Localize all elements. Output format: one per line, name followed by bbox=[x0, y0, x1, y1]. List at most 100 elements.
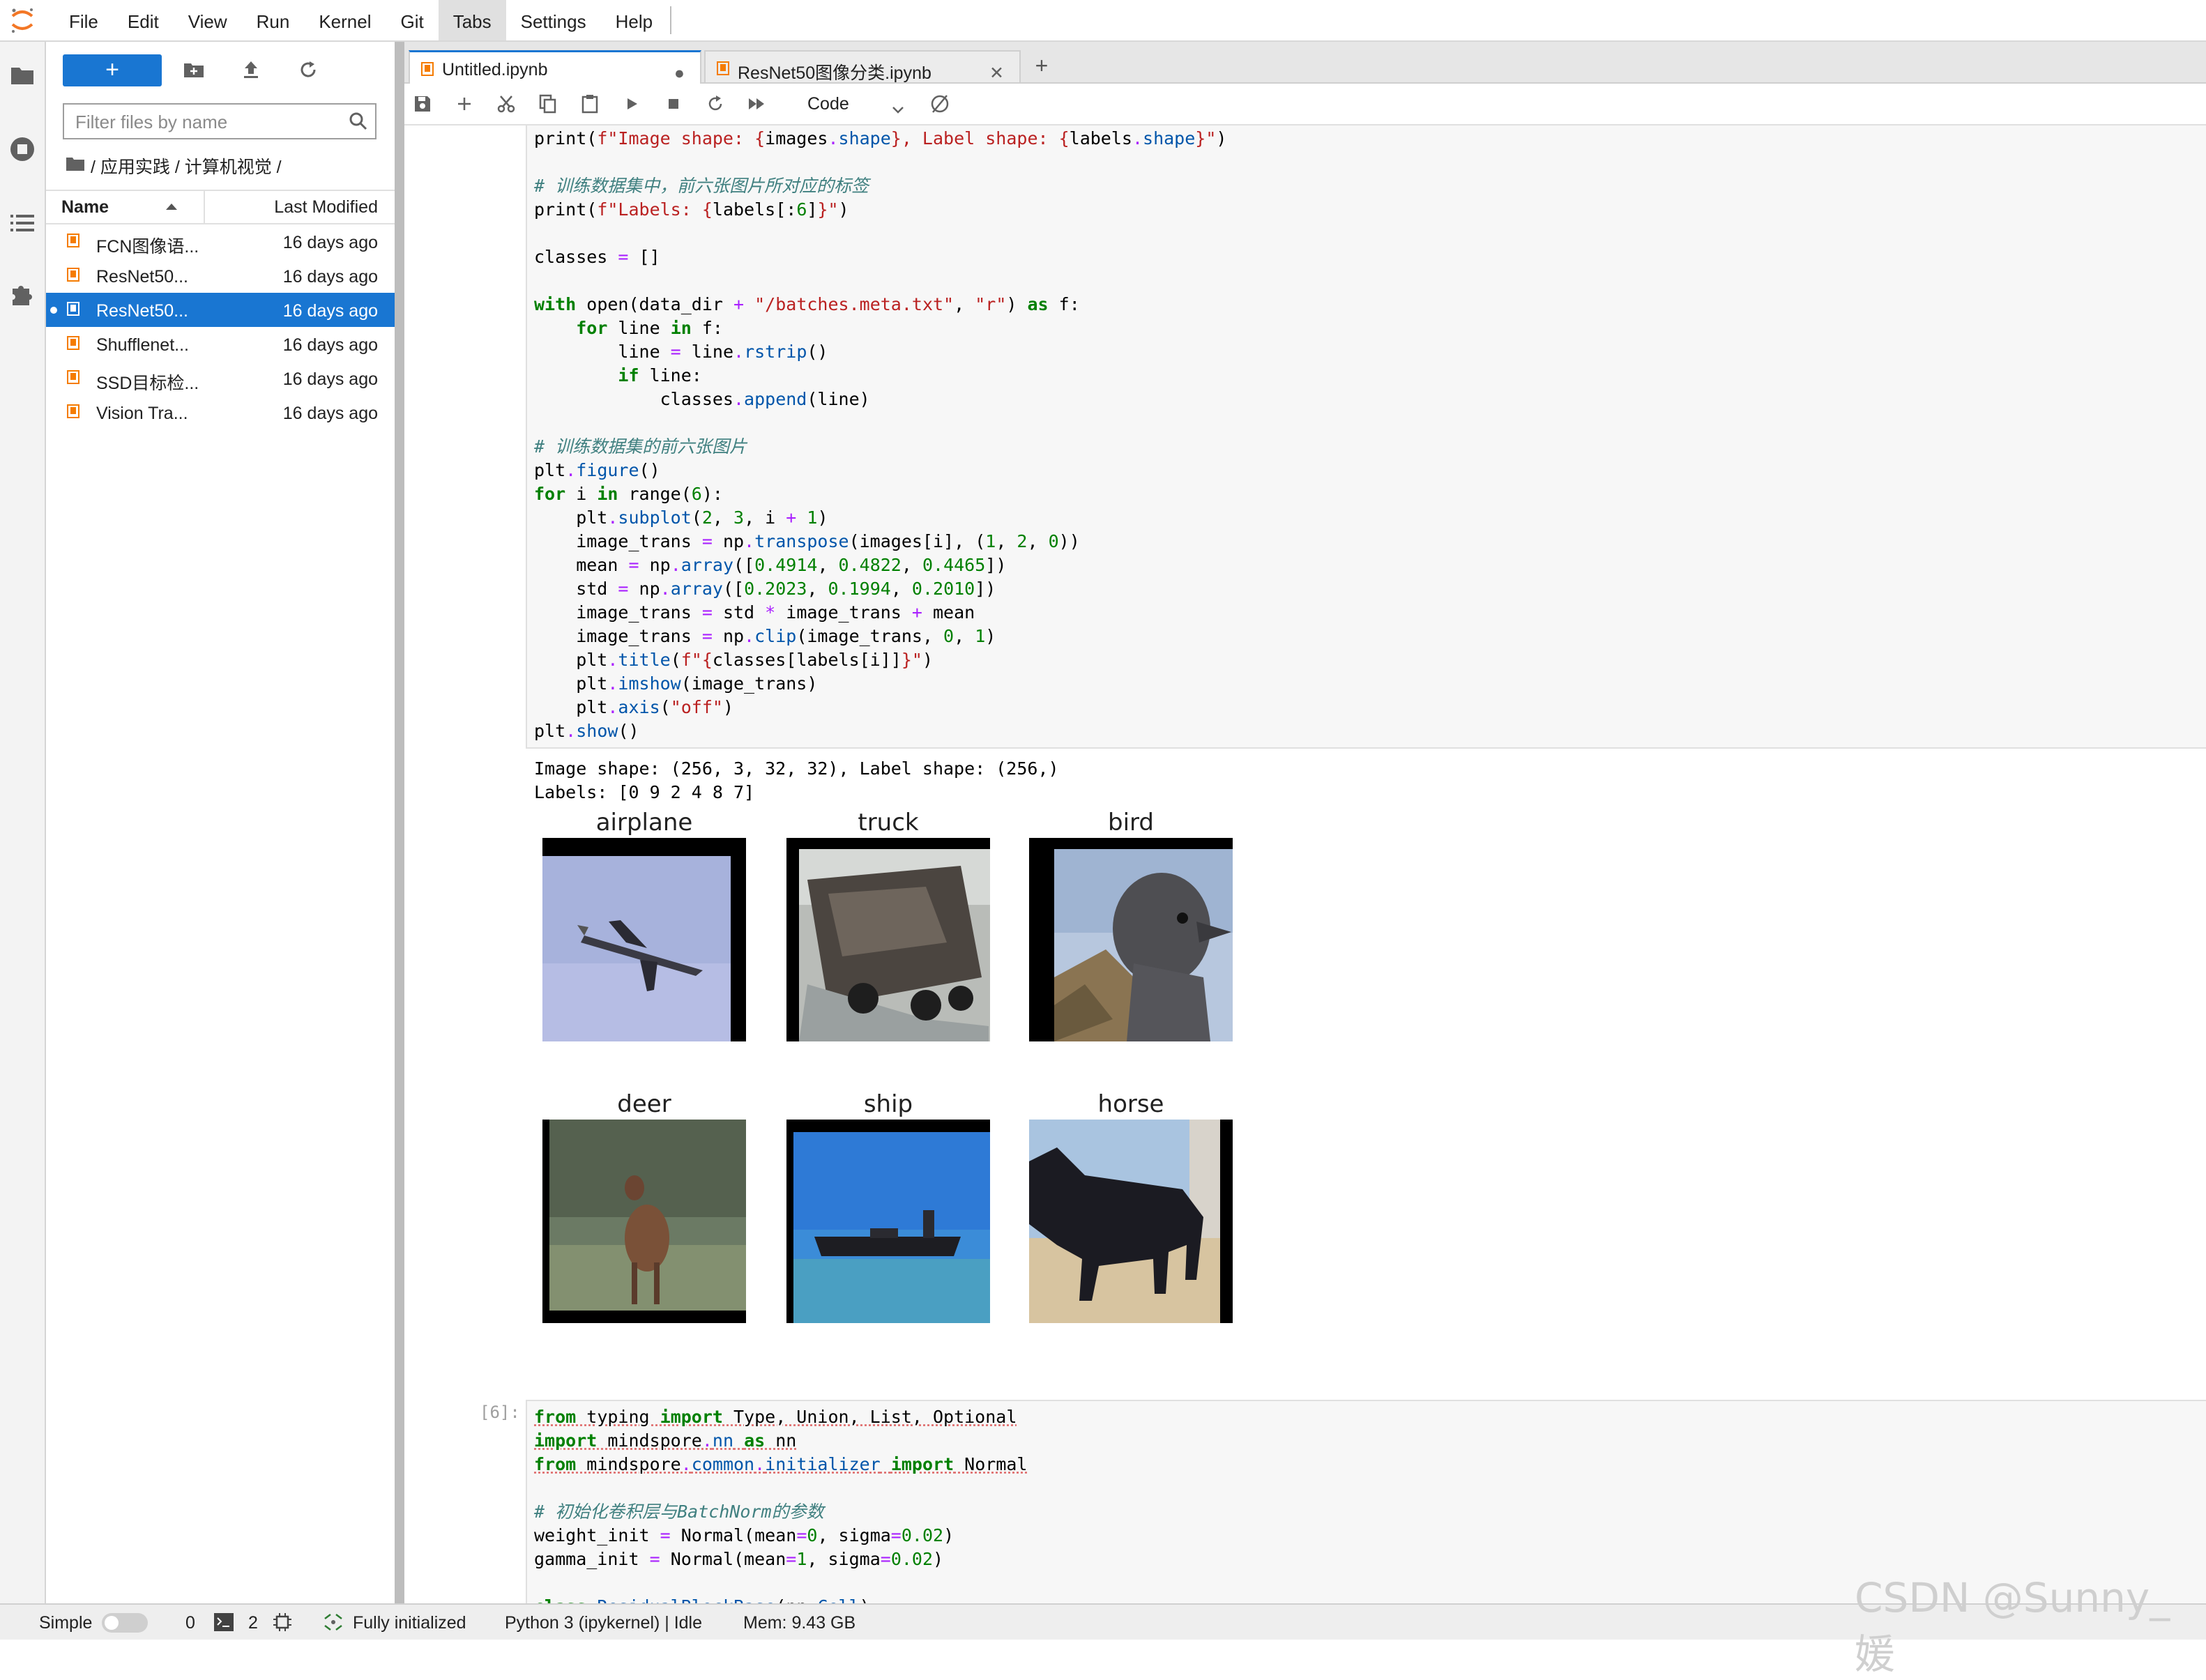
code-editor[interactable]: print(f"Image shape: {images.shape}, Lab… bbox=[534, 127, 1226, 743]
list-item[interactable]: ResNet50... 16 days ago bbox=[46, 259, 395, 293]
notebook-icon bbox=[67, 404, 79, 418]
cifar-image bbox=[786, 1120, 990, 1323]
file-modified: 16 days ago bbox=[282, 233, 378, 252]
cell-type-dropdown[interactable]: Code bbox=[795, 90, 912, 118]
subplot-title: bird bbox=[1108, 809, 1154, 837]
cifar-image bbox=[542, 838, 746, 1041]
run-cell-icon[interactable] bbox=[618, 90, 646, 118]
output-line-shapes: Image shape: (256, 3, 32, 32), Label sha… bbox=[534, 758, 1059, 779]
tab-bar: Untitled.ipynb ● ResNet50图像分类.ipynb ✕ + bbox=[404, 42, 2206, 84]
column-divider[interactable] bbox=[204, 191, 205, 223]
column-name-header[interactable]: Name bbox=[61, 197, 109, 217]
subplot-title: deer bbox=[617, 1090, 671, 1118]
figure-deer: deer bbox=[540, 1090, 749, 1327]
extension-status-icon bbox=[322, 1612, 344, 1637]
tab-untitled[interactable]: Untitled.ipynb ● bbox=[409, 50, 701, 84]
filter-files-field[interactable] bbox=[63, 103, 376, 139]
list-item[interactable]: SSD目标检... 16 days ago bbox=[46, 361, 395, 395]
folder-icon[interactable] bbox=[7, 60, 38, 91]
restart-kernel-icon[interactable] bbox=[701, 90, 729, 118]
menu-view[interactable]: View bbox=[174, 0, 242, 40]
sort-ascending-icon[interactable] bbox=[166, 204, 177, 210]
file-modified: 16 days ago bbox=[282, 369, 378, 389]
file-name: ResNet50... bbox=[96, 267, 189, 287]
column-modified-header[interactable]: Last Modified bbox=[274, 197, 378, 217]
cifar-image bbox=[786, 838, 990, 1041]
code-cell-input[interactable]: print(f"Image shape: {images.shape}, Lab… bbox=[526, 125, 2206, 749]
panel-splitter[interactable] bbox=[395, 42, 404, 1603]
cut-icon[interactable] bbox=[492, 90, 520, 118]
simple-mode-toggle[interactable] bbox=[102, 1613, 148, 1633]
notebook-icon bbox=[421, 62, 434, 76]
figure-truck: truck bbox=[784, 809, 993, 1046]
extension-manager-icon[interactable] bbox=[7, 279, 38, 310]
menu-kernel[interactable]: Kernel bbox=[304, 0, 386, 40]
restart-run-all-icon[interactable] bbox=[743, 90, 771, 118]
jupyter-logo-icon bbox=[8, 6, 42, 34]
tab-resnet50[interactable]: ResNet50图像分类.ipynb ✕ bbox=[704, 50, 1021, 84]
save-icon[interactable] bbox=[409, 90, 436, 118]
running-indicator-icon bbox=[50, 307, 57, 314]
folder-icon[interactable] bbox=[66, 156, 85, 176]
menu-settings[interactable]: Settings bbox=[506, 0, 601, 40]
figure-ship: ship bbox=[784, 1090, 993, 1327]
new-launcher-button[interactable]: + bbox=[63, 54, 162, 86]
file-name: Vision Tra... bbox=[96, 404, 188, 423]
breadcrumb-path[interactable]: / 应用实践 / 计算机视觉 / bbox=[91, 153, 282, 178]
kernel-status-icon[interactable] bbox=[926, 90, 954, 118]
notebook-toolbar: Code bbox=[404, 84, 2206, 125]
list-item-selected[interactable]: ResNet50... 16 days ago bbox=[46, 293, 395, 327]
list-item[interactable]: Vision Tra... 16 days ago bbox=[46, 395, 395, 429]
cifar-image bbox=[1029, 838, 1233, 1041]
add-tab-button[interactable]: + bbox=[1025, 50, 1058, 82]
stop-kernel-icon[interactable] bbox=[660, 90, 687, 118]
subplot-title: ship bbox=[863, 1090, 913, 1118]
menu-help[interactable]: Help bbox=[601, 0, 667, 40]
cell-type-value: Code bbox=[807, 94, 849, 114]
notebook-panel[interactable]: print(f"Image shape: {images.shape}, Lab… bbox=[404, 125, 2206, 1603]
menu-git[interactable]: Git bbox=[386, 0, 438, 40]
code-cell-input[interactable]: from typing import Type, Union, List, Op… bbox=[526, 1400, 2206, 1603]
kernel-status[interactable]: Python 3 (ipykernel) | Idle bbox=[505, 1613, 702, 1633]
notebook-icon bbox=[67, 370, 79, 384]
file-modified: 16 days ago bbox=[282, 335, 378, 355]
cifar-image bbox=[1029, 1120, 1233, 1323]
memory-usage: Mem: 9.43 GB bbox=[743, 1613, 856, 1633]
file-modified: 16 days ago bbox=[282, 267, 378, 287]
file-list-header: Name Last Modified bbox=[46, 190, 395, 224]
menu-edit[interactable]: Edit bbox=[113, 0, 174, 40]
close-icon[interactable]: ✕ bbox=[989, 63, 1004, 84]
menu-file[interactable]: File bbox=[54, 0, 113, 40]
figure-airplane: airplane bbox=[540, 809, 749, 1046]
subplot-title: horse bbox=[1097, 1090, 1164, 1118]
execution-count: [6]: bbox=[480, 1403, 520, 1422]
insert-cell-icon[interactable] bbox=[450, 90, 478, 118]
file-modified: 16 days ago bbox=[282, 404, 378, 423]
list-item[interactable]: Shufflenet... 16 days ago bbox=[46, 327, 395, 361]
refresh-icon[interactable] bbox=[294, 56, 322, 84]
terminal-count[interactable]: 0 bbox=[185, 1613, 195, 1633]
upload-icon[interactable] bbox=[237, 56, 265, 84]
notebook-icon bbox=[67, 234, 79, 247]
unsaved-indicator-icon[interactable]: ● bbox=[674, 63, 685, 84]
notebook-icon bbox=[67, 302, 79, 316]
activity-bar bbox=[0, 42, 46, 1603]
paste-icon[interactable] bbox=[576, 90, 604, 118]
subplot-title: truck bbox=[858, 809, 919, 837]
filter-files-input[interactable] bbox=[64, 105, 342, 139]
cifar-image bbox=[542, 1120, 746, 1323]
notebook-icon bbox=[717, 61, 729, 75]
menu-tabs[interactable]: Tabs bbox=[438, 0, 506, 40]
copy-icon[interactable] bbox=[534, 90, 562, 118]
code-editor[interactable]: from typing import Type, Union, List, Op… bbox=[534, 1405, 1027, 1603]
simple-mode-label: Simple bbox=[39, 1613, 93, 1633]
menu-run[interactable]: Run bbox=[242, 0, 305, 40]
file-list: FCN图像语... 16 days ago ResNet50... 16 day… bbox=[46, 224, 395, 429]
kernel-count[interactable]: 2 bbox=[248, 1613, 258, 1633]
breadcrumb[interactable]: / 应用实践 / 计算机视觉 / bbox=[66, 153, 282, 178]
new-folder-icon[interactable] bbox=[180, 56, 208, 84]
list-item[interactable]: FCN图像语... 16 days ago bbox=[46, 224, 395, 259]
table-of-contents-icon[interactable] bbox=[7, 208, 38, 238]
notebook-icon bbox=[67, 268, 79, 282]
running-sessions-icon[interactable] bbox=[7, 134, 38, 165]
